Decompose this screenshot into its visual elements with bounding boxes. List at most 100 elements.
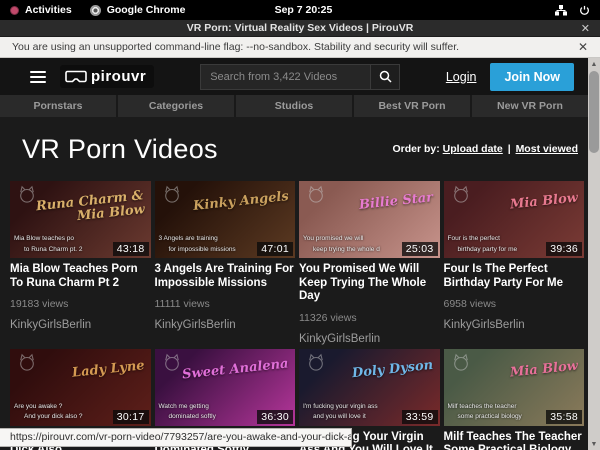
video-thumbnail[interactable]: Billie Star You promised we willkeep try… — [299, 181, 440, 258]
tab-title: VR Porn: Virtual Reality Sex Videos | Pi… — [187, 22, 414, 34]
duration-badge: 47:01 — [257, 242, 293, 256]
video-card: Runa Charm & Mia Blow Mia Blow teaches p… — [10, 181, 151, 345]
warning-text: You are using an unsupported command-lin… — [12, 41, 459, 53]
search-bar — [200, 64, 400, 90]
duration-badge: 33:59 — [402, 410, 438, 424]
order-separator: | — [506, 143, 513, 155]
scrollbar-thumb[interactable] — [589, 71, 599, 153]
thumbnail-caption: Watch me gettingdominated softly — [159, 402, 216, 423]
clock[interactable]: Sep 7 20:25 — [275, 4, 333, 16]
nav-item-categories[interactable]: Categories — [118, 95, 234, 117]
login-link[interactable]: Login — [446, 70, 477, 84]
menu-hamburger-icon[interactable] — [30, 71, 46, 83]
activities-button[interactable]: Activities — [10, 4, 72, 16]
page-scrollbar[interactable]: ▲ ▼ — [588, 58, 600, 450]
studio-link[interactable]: KinkyGirlsBerlin — [299, 333, 440, 345]
thumbnail-performer-name: Doly Dyson — [352, 358, 434, 380]
video-card: Kinky Angels 3 Angels are trainingfor im… — [155, 181, 296, 345]
desktop-screen: Activities Google Chrome Sep 7 20:25 VR … — [0, 0, 600, 450]
studio-cat-watermark-icon — [305, 353, 327, 371]
duration-badge: 30:17 — [113, 410, 149, 424]
warning-close-icon[interactable]: ✕ — [578, 40, 588, 54]
studio-cat-watermark-icon — [161, 353, 183, 371]
thumbnail-performer-name: Sweet Analena — [182, 357, 290, 382]
duration-badge: 25:03 — [402, 242, 438, 256]
nav-item-pornstars[interactable]: Pornstars — [0, 95, 116, 117]
nav-item-new-vr[interactable]: New VR Porn — [472, 95, 588, 117]
video-title[interactable]: Four Is The Perfect Birthday Party For M… — [444, 263, 585, 290]
thumbnail-caption: You promised we willkeep trying the whol… — [303, 234, 380, 255]
thumbnail-performer-name: Mia Blow — [509, 359, 578, 380]
screen-record-dot-icon — [10, 6, 19, 15]
video-title[interactable]: You Promised We Will Keep Trying The Who… — [299, 263, 440, 304]
thumbnail-performer-name: Runa Charm & Mia Blow — [31, 189, 146, 228]
video-title[interactable]: Mia Blow Teaches Porn To Runa Charm Pt 2 — [10, 263, 151, 290]
video-card: Mia Blow Milf teaches the teachersome pr… — [444, 349, 585, 450]
studio-cat-watermark-icon — [16, 353, 38, 371]
video-thumbnail[interactable]: Mia Blow Four is the perfectbirthday par… — [444, 181, 585, 258]
scroll-up-icon[interactable]: ▲ — [588, 58, 600, 70]
duration-badge: 39:36 — [546, 242, 582, 256]
power-icon[interactable] — [579, 5, 590, 16]
activities-label: Activities — [25, 4, 72, 16]
focused-app-menu[interactable]: Google Chrome — [90, 4, 186, 16]
page-title: VR Porn Videos — [22, 134, 218, 165]
chrome-warning-bar: You are using an unsupported command-lin… — [0, 37, 600, 58]
thumbnail-caption: Four is the perfectbirthday party for me — [448, 234, 518, 255]
chrome-app-icon — [90, 5, 101, 16]
video-thumbnail[interactable]: Runa Charm & Mia Blow Mia Blow teaches p… — [10, 181, 151, 258]
focused-app-name: Google Chrome — [107, 4, 186, 16]
page-viewport: pirouvr Login Join Now Pornstars Categor… — [0, 58, 588, 450]
thumbnail-caption: Milf teaches the teachersome practical b… — [448, 402, 522, 423]
order-by-label: Order by: — [392, 143, 439, 155]
duration-badge: 35:58 — [546, 410, 582, 424]
thumbnail-performer-name: Billie Star — [359, 191, 434, 212]
studio-cat-watermark-icon — [450, 185, 472, 203]
studio-link[interactable]: KinkyGirlsBerlin — [155, 319, 296, 331]
network-icon[interactable] — [555, 5, 567, 16]
order-link-most-viewed[interactable]: Most viewed — [516, 143, 578, 155]
scroll-down-icon[interactable]: ▼ — [588, 438, 600, 450]
nav-item-best-vr[interactable]: Best VR Porn — [354, 95, 470, 117]
studio-cat-watermark-icon — [305, 185, 327, 203]
video-grid: Runa Charm & Mia Blow Mia Blow teaches p… — [10, 181, 584, 450]
logo-text: pirouvr — [91, 68, 146, 85]
video-views: 11111 views — [155, 298, 296, 310]
studio-cat-watermark-icon — [161, 185, 183, 203]
search-input[interactable] — [200, 64, 370, 90]
page-title-row: VR Porn Videos Order by: Upload date | M… — [0, 117, 588, 181]
thumbnail-caption: Are you awake ?And your dick also ? — [14, 402, 83, 423]
thumbnail-performer-name: Kinky Angels — [193, 190, 290, 214]
studio-link[interactable]: KinkyGirlsBerlin — [444, 319, 585, 331]
tab-close-icon[interactable]: ✕ — [581, 22, 590, 35]
join-now-button[interactable]: Join Now — [490, 63, 574, 91]
thumbnail-performer-name: Lady Lyne — [71, 359, 145, 380]
video-thumbnail[interactable]: Mia Blow Milf teaches the teachersome pr… — [444, 349, 585, 426]
site-logo[interactable]: pirouvr — [60, 65, 154, 88]
thumbnail-caption: 3 Angels are trainingfor impossible miss… — [159, 234, 236, 255]
search-button[interactable] — [370, 64, 400, 90]
system-top-bar: Activities Google Chrome Sep 7 20:25 — [0, 0, 600, 20]
studio-link[interactable]: KinkyGirlsBerlin — [10, 319, 151, 331]
status-url-tooltip: https://pirouvr.com/vr-porn-video/779325… — [0, 428, 352, 447]
video-title[interactable]: Milf Teaches The Teacher Some Practical … — [444, 431, 585, 450]
vr-goggles-icon — [65, 70, 87, 83]
nav-item-studios[interactable]: Studios — [236, 95, 352, 117]
video-title[interactable]: 3 Angels Are Training For Impossible Mis… — [155, 263, 296, 290]
video-thumbnail[interactable]: Doly Dyson I'm fucking your virgin assan… — [299, 349, 440, 426]
browser-title-bar: VR Porn: Virtual Reality Sex Videos | Pi… — [0, 20, 600, 37]
thumbnail-caption: Mia Blow teaches poto Runa Charm pt. 2 — [14, 234, 83, 255]
order-by: Order by: Upload date | Most viewed — [392, 143, 578, 155]
video-thumbnail[interactable]: Kinky Angels 3 Angels are trainingfor im… — [155, 181, 296, 258]
video-views: 11326 views — [299, 312, 440, 324]
search-icon — [379, 70, 392, 83]
video-thumbnail[interactable]: Sweet Analena Watch me gettingdominated … — [155, 349, 296, 426]
studio-cat-watermark-icon — [450, 353, 472, 371]
site-header: pirouvr Login Join Now — [0, 58, 588, 95]
video-views: 6958 views — [444, 298, 585, 310]
duration-badge: 43:18 — [113, 242, 149, 256]
video-thumbnail[interactable]: Lady Lyne Are you awake ?And your dick a… — [10, 349, 151, 426]
video-views: 19183 views — [10, 298, 151, 310]
order-link-upload-date[interactable]: Upload date — [443, 143, 503, 155]
duration-badge: 36:30 — [257, 410, 293, 424]
